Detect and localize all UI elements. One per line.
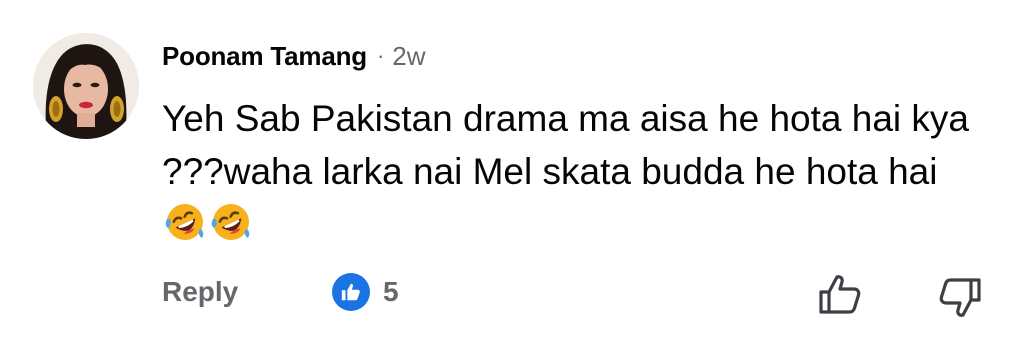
comment-body: Yeh Sab Pakistan drama ma aisa he hota h… bbox=[162, 92, 982, 251]
comment-header: Poonam Tamang · 2w bbox=[162, 40, 426, 72]
avatar-image bbox=[33, 33, 139, 139]
author-name[interactable]: Poonam Tamang bbox=[162, 41, 367, 72]
thumbs-up-outline-icon[interactable] bbox=[817, 272, 863, 321]
reply-button[interactable]: Reply bbox=[162, 276, 238, 308]
emoji-group bbox=[164, 201, 256, 243]
avatar[interactable] bbox=[33, 33, 139, 139]
rolling-on-floor-laughing-emoji bbox=[165, 204, 204, 240]
rolling-on-floor-laughing-emoji bbox=[211, 204, 250, 240]
like-count: 5 bbox=[383, 276, 399, 307]
thumbs-down-outline-icon[interactable] bbox=[937, 276, 983, 325]
comment: Poonam Tamang · 2w Yeh Sab Pakistan dram… bbox=[0, 0, 1024, 343]
comment-timestamp[interactable]: 2w bbox=[392, 41, 425, 72]
comment-actions: Reply 5 bbox=[0, 270, 1024, 317]
like-reaction-icon bbox=[332, 273, 370, 311]
comment-text: Yeh Sab Pakistan drama ma aisa he hota h… bbox=[162, 98, 969, 192]
reaction-summary[interactable]: 5 bbox=[332, 273, 399, 311]
separator-dot: · bbox=[376, 43, 385, 68]
